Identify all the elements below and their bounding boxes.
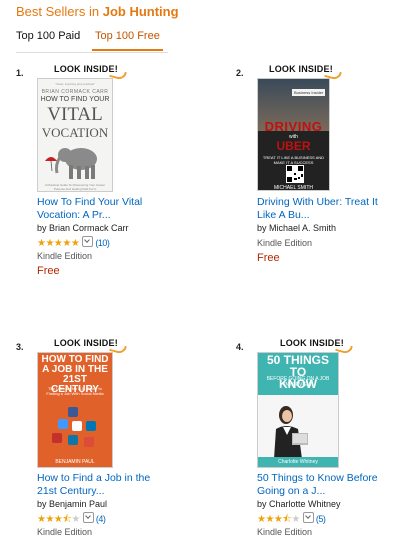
tab-top-100-free[interactable]: Top 100 Free: [92, 30, 163, 51]
book-title-link[interactable]: How To Find Your Vital Vocation: A Pr...: [37, 196, 177, 222]
bestseller-item-4: 4. LOOK INSIDE! 50 THINGS TO KNOW BEFORE …: [236, 338, 386, 538]
bestseller-item-2: 2. LOOK INSIDE! Business Insider DRIVING…: [236, 64, 386, 284]
book-cover[interactable]: 50 THINGS TO KNOW BEFORE GOING ON A JOB I…: [257, 352, 339, 468]
tab-bar: Top 100 Paid Top 100 Free: [16, 30, 168, 53]
book-format: Kindle Edition: [257, 527, 313, 537]
woman-on-phone-illustration: [274, 406, 308, 459]
rank-number: 4.: [236, 342, 244, 352]
chevron-down-icon[interactable]: [302, 512, 314, 523]
book-cover[interactable]: HOW TO FIND A JOB IN THE 21ST CENTURY The …: [37, 352, 113, 468]
qr-code-icon: [286, 165, 304, 183]
rank-number: 3.: [16, 342, 24, 352]
chevron-down-icon[interactable]: [82, 512, 94, 523]
book-author: by Michael A. Smith: [257, 223, 337, 233]
chevron-down-icon[interactable]: [82, 236, 94, 247]
rank-number: 2.: [236, 68, 244, 78]
elephant-illustration: [45, 148, 97, 179]
bestseller-item-1: 1. LOOK INSIDE! "Clear, inspiring and pr…: [16, 64, 166, 284]
book-cover[interactable]: Business Insider DRIVING with UBER TREAT…: [257, 78, 330, 191]
rank-number: 1.: [16, 68, 24, 78]
bestseller-item-3: 3. LOOK INSIDE! HOW TO FIND A JOB IN THE 2…: [16, 338, 166, 538]
book-format: Kindle Edition: [37, 251, 93, 261]
book-price: Free: [257, 252, 280, 264]
header-category[interactable]: Job Hunting: [103, 4, 179, 19]
book-title-link[interactable]: Driving With Uber: Treat It Like A Bu...: [257, 196, 401, 222]
look-inside-badge[interactable]: LOOK INSIDE!: [280, 338, 353, 355]
book-price: Free: [37, 265, 60, 277]
review-count[interactable]: (10): [95, 238, 110, 248]
book-title-link[interactable]: How to Find a Job in the 21st Century...: [37, 472, 177, 498]
book-author: by Charlotte Whitney: [257, 499, 341, 509]
look-inside-badge[interactable]: LOOK INSIDE!: [269, 64, 342, 81]
book-format: Kindle Edition: [257, 238, 313, 248]
header-prefix: Best Sellers in: [16, 4, 100, 19]
book-author: by Brian Cormack Carr: [37, 223, 129, 233]
look-inside-badge[interactable]: LOOK INSIDE!: [54, 64, 127, 81]
book-cover[interactable]: "Clear, inspiring and practical" BRIAN C…: [37, 78, 113, 192]
look-inside-badge[interactable]: LOOK INSIDE!: [54, 338, 127, 355]
review-count[interactable]: (5): [316, 514, 326, 524]
book-title-link[interactable]: 50 Things to Know Before Going on a J...: [257, 472, 401, 498]
book-author: by Benjamin Paul: [37, 499, 108, 509]
tab-top-100-paid[interactable]: Top 100 Paid: [16, 30, 80, 42]
category-header: Best Sellers in Job Hunting: [16, 4, 179, 19]
star-rating[interactable]: ★★★★★ (10): [37, 236, 110, 249]
book-format: Kindle Edition: [37, 527, 93, 537]
review-count[interactable]: (4): [96, 514, 106, 524]
